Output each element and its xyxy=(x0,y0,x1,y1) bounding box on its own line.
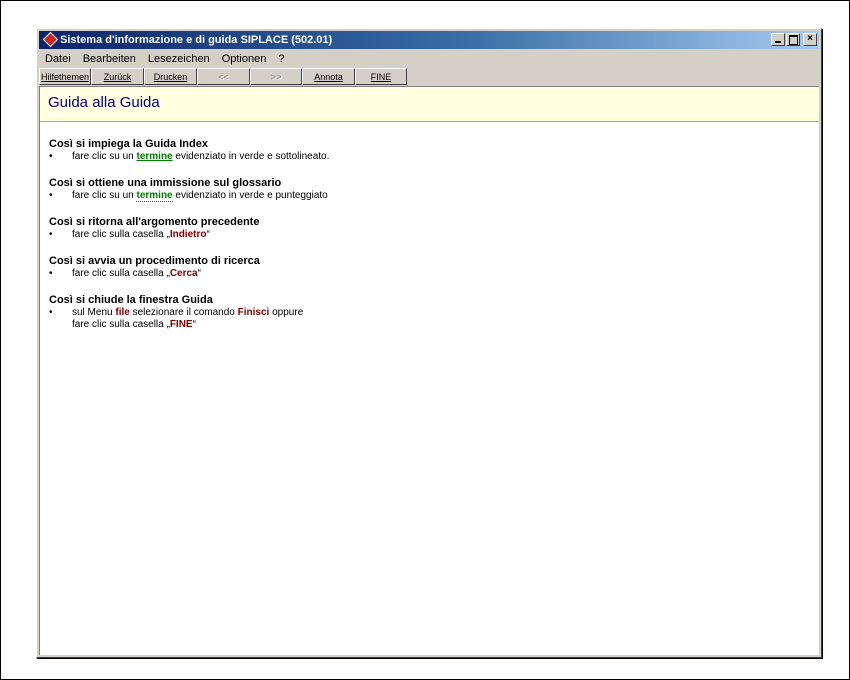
line-text: fare clic sulla casella „ xyxy=(72,229,170,240)
bullet: • xyxy=(49,268,53,279)
menu-datei[interactable]: Datei xyxy=(39,53,77,65)
help-window: Sistema d'informazione e di guida SIPLAC… xyxy=(36,28,822,658)
section-line: • sul Menu file selezionare il comando F… xyxy=(49,307,811,319)
minimize-button[interactable] xyxy=(771,33,785,46)
section-back: Così si ritorna all'argomento precedente… xyxy=(49,216,811,241)
section-heading: Così si avvia un procedimento di ricerca xyxy=(49,255,260,267)
menu-help[interactable]: ? xyxy=(272,53,290,65)
close-button[interactable]: × xyxy=(803,33,817,46)
section-close: Così si chiude la finestra Guida • sul M… xyxy=(49,294,811,331)
close-icon: × xyxy=(807,33,813,44)
title-bar[interactable]: Sistema d'informazione e di guida SIPLAC… xyxy=(39,31,819,49)
section-line: fare clic sulla casella „FINE“ xyxy=(49,319,811,331)
keyword: file xyxy=(115,307,130,318)
next-button[interactable]: >> xyxy=(250,68,302,85)
section-line: • fare clic su un termine evidenziato in… xyxy=(49,190,811,202)
bullet: • xyxy=(49,190,53,201)
maximize-icon xyxy=(789,35,798,45)
print-button[interactable]: Drucken xyxy=(144,68,197,85)
window-title: Sistema d'informazione e di guida SIPLAC… xyxy=(60,34,333,46)
bullet: • xyxy=(49,151,53,162)
caption-buttons: × xyxy=(770,33,817,46)
line-text: fare clic sulla casella „ xyxy=(72,319,170,330)
section-heading: Così si chiude la finestra Guida xyxy=(49,294,213,306)
line-text: evidenziato in verde e sottolineato. xyxy=(172,151,330,162)
section-heading: Così si ottiene una immissione sul gloss… xyxy=(49,177,282,189)
bullet: • xyxy=(49,307,53,318)
keyword: FINE xyxy=(169,319,193,330)
line-text: “ xyxy=(206,229,210,240)
minimize-icon xyxy=(775,41,781,43)
line-text: selezionare il comando xyxy=(129,307,238,318)
bullet: • xyxy=(49,229,53,240)
help-content[interactable]: Guida alla Guida Così si impiega la Guid… xyxy=(39,86,819,655)
menu-bar: Datei Bearbeiten Lesezeichen Optionen ? xyxy=(39,50,819,67)
glossary-term-link[interactable]: termine xyxy=(136,190,173,202)
line-text: fare clic su un xyxy=(72,151,137,162)
section-heading: Così si ritorna all'argomento precedente xyxy=(49,216,260,228)
section-index: Così si impiega la Guida Index • fare cl… xyxy=(49,138,811,163)
menu-bearbeiten[interactable]: Bearbeiten xyxy=(77,53,142,65)
topics-button[interactable]: Hilfethemen xyxy=(39,68,91,85)
annotate-button[interactable]: Annota xyxy=(302,68,355,85)
maximize-button[interactable] xyxy=(786,33,800,46)
line-text: oppure xyxy=(269,307,304,318)
section-search: Così si avvia un procedimento di ricerca… xyxy=(49,255,811,280)
keyword: Indietro xyxy=(169,229,207,240)
line-text: fare clic su un xyxy=(72,190,137,201)
line-text: fare clic sulla casella „ xyxy=(72,268,170,279)
previous-button[interactable]: << xyxy=(197,68,250,85)
menu-optionen[interactable]: Optionen xyxy=(216,53,273,65)
line-text: “ xyxy=(192,319,196,330)
section-line: • fare clic sulla casella „Indietro“ xyxy=(49,229,811,241)
menu-lesezeichen[interactable]: Lesezeichen xyxy=(142,53,216,65)
page-title: Guida alla Guida xyxy=(48,94,160,111)
section-heading: Così si impiega la Guida Index xyxy=(49,138,208,150)
end-button[interactable]: FINE xyxy=(355,68,407,85)
keyword: Finisci xyxy=(237,307,270,318)
topic-header: Guida alla Guida xyxy=(40,87,819,122)
siplace-app-icon[interactable] xyxy=(42,31,59,48)
line-text: sul Menu xyxy=(72,307,116,318)
button-bar: Hilfethemen Zurück Drucken << >> Annota … xyxy=(39,68,819,85)
line-text: evidenziato in verde e punteggiato xyxy=(172,190,328,201)
section-line: • fare clic sulla casella „Cerca“ xyxy=(49,268,811,280)
section-line: • fare clic su un termine evidenziato in… xyxy=(49,151,811,163)
back-button[interactable]: Zurück xyxy=(91,68,144,85)
section-glossary: Così si ottiene una immissione sul gloss… xyxy=(49,177,811,202)
term-link[interactable]: termine xyxy=(136,151,172,162)
help-sections: Così si impiega la Guida Index • fare cl… xyxy=(49,138,811,345)
keyword: Cerca xyxy=(169,268,198,279)
line-text: “ xyxy=(197,268,201,279)
